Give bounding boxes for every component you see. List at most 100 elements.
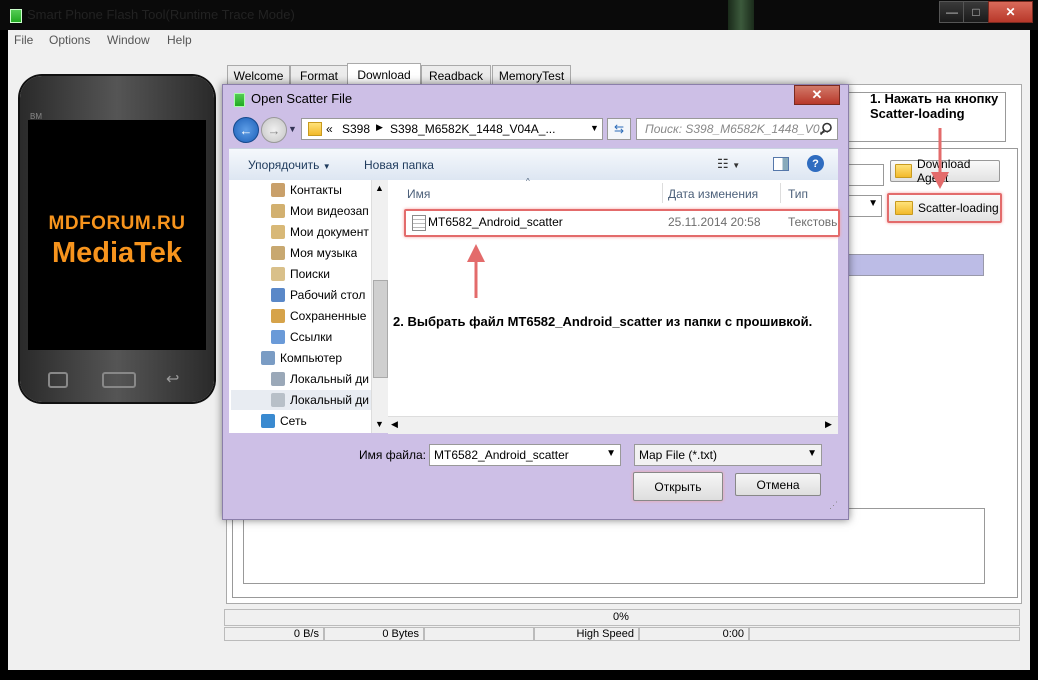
tab-download[interactable]: Download	[347, 63, 421, 86]
forward-arrow-icon[interactable]: →	[261, 117, 287, 143]
status-bar: 0% 0 B/s 0 Bytes High Speed 0:00	[224, 609, 1020, 641]
nav-item-computer[interactable]: Компьютер	[261, 348, 342, 368]
view-options-icon[interactable]: ☷ ▼	[717, 156, 740, 172]
nav-item-local-disk-c[interactable]: Локальный ди	[271, 369, 369, 389]
tab-readback[interactable]: Readback	[421, 65, 491, 85]
chevron-down-icon[interactable]: ▼	[590, 123, 599, 133]
scrollbar-thumb[interactable]	[373, 280, 388, 378]
scroll-right-icon[interactable]: ▶	[825, 419, 832, 430]
chevron-down-icon[interactable]: ▼	[606, 448, 616, 459]
folder-icon	[895, 201, 913, 215]
search-icon	[819, 122, 832, 136]
nav-item-links[interactable]: Ссылки	[271, 327, 332, 347]
organize-button[interactable]: Упорядочить ▼	[248, 158, 331, 172]
breadcrumb-firmware-folder[interactable]: S398_M6582K_1448_V04A_...	[390, 122, 555, 136]
resize-grip-icon[interactable]: ⋰	[829, 500, 838, 511]
new-folder-button[interactable]: Новая папка	[364, 158, 434, 172]
nav-item-documents[interactable]: Мои документ	[271, 222, 369, 242]
window-close-button[interactable]: ✕	[988, 1, 1033, 23]
column-header-name[interactable]: Имя	[407, 187, 430, 201]
nav-item-music[interactable]: Моя музыка	[271, 243, 357, 263]
nav-item-label: Мои документ	[290, 225, 369, 239]
column-divider	[780, 183, 781, 203]
navigation-pane: Контакты Мои видеозап Мои документ Моя м…	[229, 180, 387, 433]
scroll-left-icon[interactable]: ◀	[391, 419, 398, 430]
app-icon	[10, 9, 22, 23]
nav-item-label: Рабочий стол	[290, 288, 366, 302]
back-arrow-icon[interactable]: ←	[233, 117, 259, 143]
status-speed: 0 B/s	[224, 627, 324, 641]
filter-value: Map File (*.txt)	[639, 448, 718, 462]
phone-screen	[28, 120, 206, 350]
filename-input[interactable]: MT6582_Android_scatter ▼	[429, 444, 621, 466]
search-placeholder: Поиск: S398_M6582K_1448_V0...	[645, 122, 830, 136]
arrow-down-icon	[931, 128, 949, 189]
menu-window[interactable]: Window	[107, 33, 150, 47]
dialog-app-icon	[234, 93, 245, 107]
history-dropdown-icon[interactable]: ▼	[288, 124, 297, 134]
nav-item-searches[interactable]: Поиски	[271, 264, 330, 284]
file-row-scatter[interactable]: MT6582_Android_scatter 25.11.2014 20:58 …	[404, 209, 840, 237]
menu-help[interactable]: Help	[167, 33, 192, 47]
tab-memorytest[interactable]: MemoryTest	[492, 65, 571, 85]
nav-item-label: Сохраненные	[290, 309, 367, 323]
breadcrumb-s398[interactable]: S398	[342, 122, 370, 136]
links-icon	[271, 330, 285, 344]
open-button[interactable]: Открыть	[633, 472, 723, 501]
file-name: MT6582_Android_scatter	[428, 215, 563, 229]
search-input[interactable]: Поиск: S398_M6582K_1448_V0...	[636, 118, 838, 140]
nav-item-network[interactable]: Сеть	[261, 411, 307, 431]
maximize-button[interactable]: □	[963, 1, 989, 23]
nav-item-label: Локальный ди	[290, 393, 369, 407]
scroll-down-icon[interactable]: ▼	[375, 419, 384, 429]
tab-format[interactable]: Format	[290, 65, 348, 85]
tab-welcome[interactable]: Welcome	[227, 65, 290, 85]
network-icon	[261, 414, 275, 428]
videos-icon	[271, 204, 285, 218]
scatter-loading-button[interactable]: Scatter-loading	[887, 193, 1002, 223]
status-time: 0:00	[639, 627, 749, 641]
column-header-type[interactable]: Тип	[788, 187, 808, 201]
address-bar[interactable]: « S398 ▶ S398_M6582K_1448_V04A_... ▼	[301, 118, 603, 140]
drive-icon	[271, 372, 285, 386]
horizontal-scrollbar[interactable]: ◀ ▶	[388, 416, 838, 434]
annotation-step2: 2. Выбрать файл MT6582_Android_scatter и…	[393, 314, 813, 329]
music-icon	[271, 246, 285, 260]
nav-item-videos[interactable]: Мои видеозап	[271, 201, 369, 221]
nav-item-desktop[interactable]: Рабочий стол	[271, 285, 365, 305]
scroll-up-icon[interactable]: ▲	[375, 183, 384, 193]
address-prefix: «	[326, 122, 333, 136]
nav-item-label: Контакты	[290, 183, 342, 197]
chevron-down-icon[interactable]: ▼	[807, 448, 817, 459]
nav-item-label: Мои видеозап	[290, 204, 369, 218]
nav-scrollbar[interactable]: ▲ ▼	[371, 180, 388, 433]
window-title: Smart Phone Flash Tool(Runtime Trace Mod…	[27, 7, 295, 22]
menu-options[interactable]: Options	[49, 33, 90, 47]
saved-games-icon	[271, 309, 285, 323]
refresh-icon[interactable]: ⇆	[607, 118, 631, 140]
nav-item-contacts[interactable]: Контакты	[271, 180, 342, 200]
nav-item-label: Поиски	[290, 267, 330, 281]
phone-brand-label: BM	[30, 112, 42, 121]
desktop-icon	[271, 288, 285, 302]
phone-logo-text-site: MDFORUM.RU	[48, 213, 186, 234]
computer-icon	[261, 351, 275, 365]
minimize-button[interactable]: —	[939, 1, 965, 23]
file-type-filter[interactable]: Map File (*.txt) ▼	[634, 444, 822, 466]
scatter-loading-label: Scatter-loading	[918, 201, 999, 215]
menu-file[interactable]: File	[14, 33, 33, 47]
nav-item-saved-games[interactable]: Сохраненные	[271, 306, 366, 326]
dialog-close-button[interactable]: ✕	[794, 85, 840, 105]
nav-item-local-disk-d[interactable]: Локальный ди	[231, 390, 371, 410]
column-header-date[interactable]: Дата изменения	[668, 187, 758, 201]
help-icon[interactable]: ?	[807, 155, 824, 172]
folder-icon	[308, 122, 322, 136]
organize-label: Упорядочить	[248, 158, 320, 172]
status-empty-2	[749, 627, 1020, 641]
filename-value: MT6582_Android_scatter	[434, 448, 569, 462]
cancel-button[interactable]: Отмена	[735, 473, 821, 496]
preview-pane-icon[interactable]	[773, 157, 789, 171]
menu-bar: File Options Window Help	[8, 30, 1030, 53]
documents-icon	[271, 225, 285, 239]
sort-ascending-icon: ^	[526, 177, 530, 186]
